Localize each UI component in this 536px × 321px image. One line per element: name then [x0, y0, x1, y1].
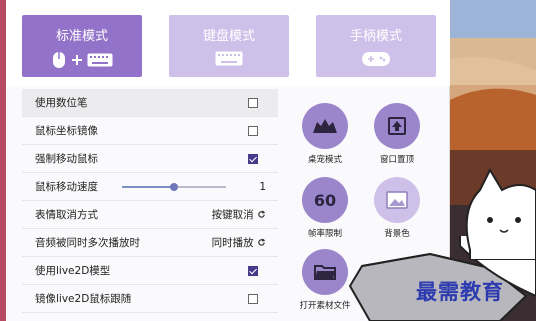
mirror-live2d-checkbox[interactable]: [248, 293, 258, 304]
cat-head-illustration: [465, 167, 536, 260]
mode-gamepad-label: 手柄模式: [349, 29, 402, 44]
move-speed-value: 1: [259, 180, 266, 193]
setting-label: 使用数位笔: [35, 97, 88, 109]
setting-label: 表情取消方式: [35, 209, 98, 221]
slider-knob[interactable]: [170, 182, 178, 191]
mode-keyboard-button[interactable]: 键盘模式: [169, 15, 289, 77]
setting-label: 强制移动鼠标: [35, 153, 98, 165]
mirror-coords-checkbox[interactable]: [248, 125, 258, 136]
settings-list: 使用数位笔 鼠标坐标镜像 强制移动鼠标 鼠标移动速度 1 表情取消方式 按键取消: [22, 89, 278, 313]
setting-row-mirror-live2d[interactable]: 镜像live2D鼠标跟随: [22, 285, 278, 313]
move-speed-slider[interactable]: [122, 182, 226, 191]
setting-row-mirror-coords[interactable]: 鼠标坐标镜像: [22, 117, 278, 145]
setting-label: 使用live2D模型: [35, 265, 111, 277]
watermark-text: 最需教育: [416, 279, 504, 304]
setting-row-move-speed: 鼠标移动速度 1: [22, 173, 278, 201]
tool-label: 帧率限制: [307, 229, 342, 239]
digital-pen-checkbox[interactable]: [248, 97, 258, 108]
open-assets-button[interactable]: 打开素材文件: [290, 249, 360, 311]
cycle-icon: [258, 210, 266, 218]
desk-pet-icon: [302, 103, 348, 149]
settings-window: 标准模式 键盘模式 手柄模式 使用数位笔 鼠标坐标镜像 强制移动鼠标 鼠标移动速…: [6, 0, 450, 321]
force-move-checkbox[interactable]: [248, 153, 258, 164]
mode-bar: 标准模式 键盘模式 手柄模式: [6, 0, 450, 86]
setting-label: 鼠标坐标镜像: [35, 125, 98, 137]
setting-label: 音频被同时多次播放时: [35, 237, 140, 249]
mode-keyboard-label: 键盘模式: [202, 29, 255, 44]
expression-cancel-value[interactable]: 按键取消: [212, 207, 266, 222]
folder-icon: [302, 249, 348, 295]
background-color-button[interactable]: 背景色: [362, 177, 432, 239]
svg-text:60: 60: [314, 191, 336, 209]
pin-window-button[interactable]: 窗口置顶: [362, 103, 432, 165]
desk-pet-mode-button[interactable]: 桌宠模式: [290, 103, 360, 165]
tool-label: 背景色: [384, 229, 410, 239]
audio-multi-value[interactable]: 同时播放: [212, 235, 266, 250]
tool-label: 窗口置顶: [379, 155, 414, 165]
setting-row-expression-cancel[interactable]: 表情取消方式 按键取消: [22, 201, 278, 229]
tool-label: 打开素材文件: [299, 301, 351, 311]
cycle-icon: [258, 238, 266, 246]
setting-row-digital-pen[interactable]: 使用数位笔: [22, 89, 278, 117]
setting-row-use-live2d[interactable]: 使用live2D模型: [22, 257, 278, 285]
mode-gamepad-button[interactable]: 手柄模式: [316, 15, 436, 77]
setting-row-audio-multi[interactable]: 音频被同时多次播放时 同时播放: [22, 229, 278, 257]
pin-window-icon: [374, 103, 420, 149]
fps-limit-button[interactable]: 60 帧率限制: [290, 177, 360, 239]
use-live2d-checkbox[interactable]: [248, 265, 258, 276]
slider-fill: [122, 185, 174, 188]
image-icon: [374, 177, 420, 223]
mode-standard-button[interactable]: 标准模式: [22, 15, 142, 77]
mode-standard-label: 标准模式: [55, 29, 108, 44]
fps-60-icon: 60: [302, 177, 348, 223]
setting-row-force-move[interactable]: 强制移动鼠标: [22, 145, 278, 173]
expression-cancel-text: 按键取消: [211, 209, 254, 221]
setting-label: 鼠标移动速度: [35, 181, 98, 193]
gamepad-icon: [316, 51, 436, 67]
setting-label: 镜像live2D鼠标跟随: [35, 293, 132, 305]
keyboard-icon: [169, 51, 289, 66]
audio-multi-text: 同时播放: [211, 237, 254, 249]
mouse-plus-keyboard-icon: [22, 51, 142, 69]
tool-label: 桌宠模式: [307, 155, 342, 165]
